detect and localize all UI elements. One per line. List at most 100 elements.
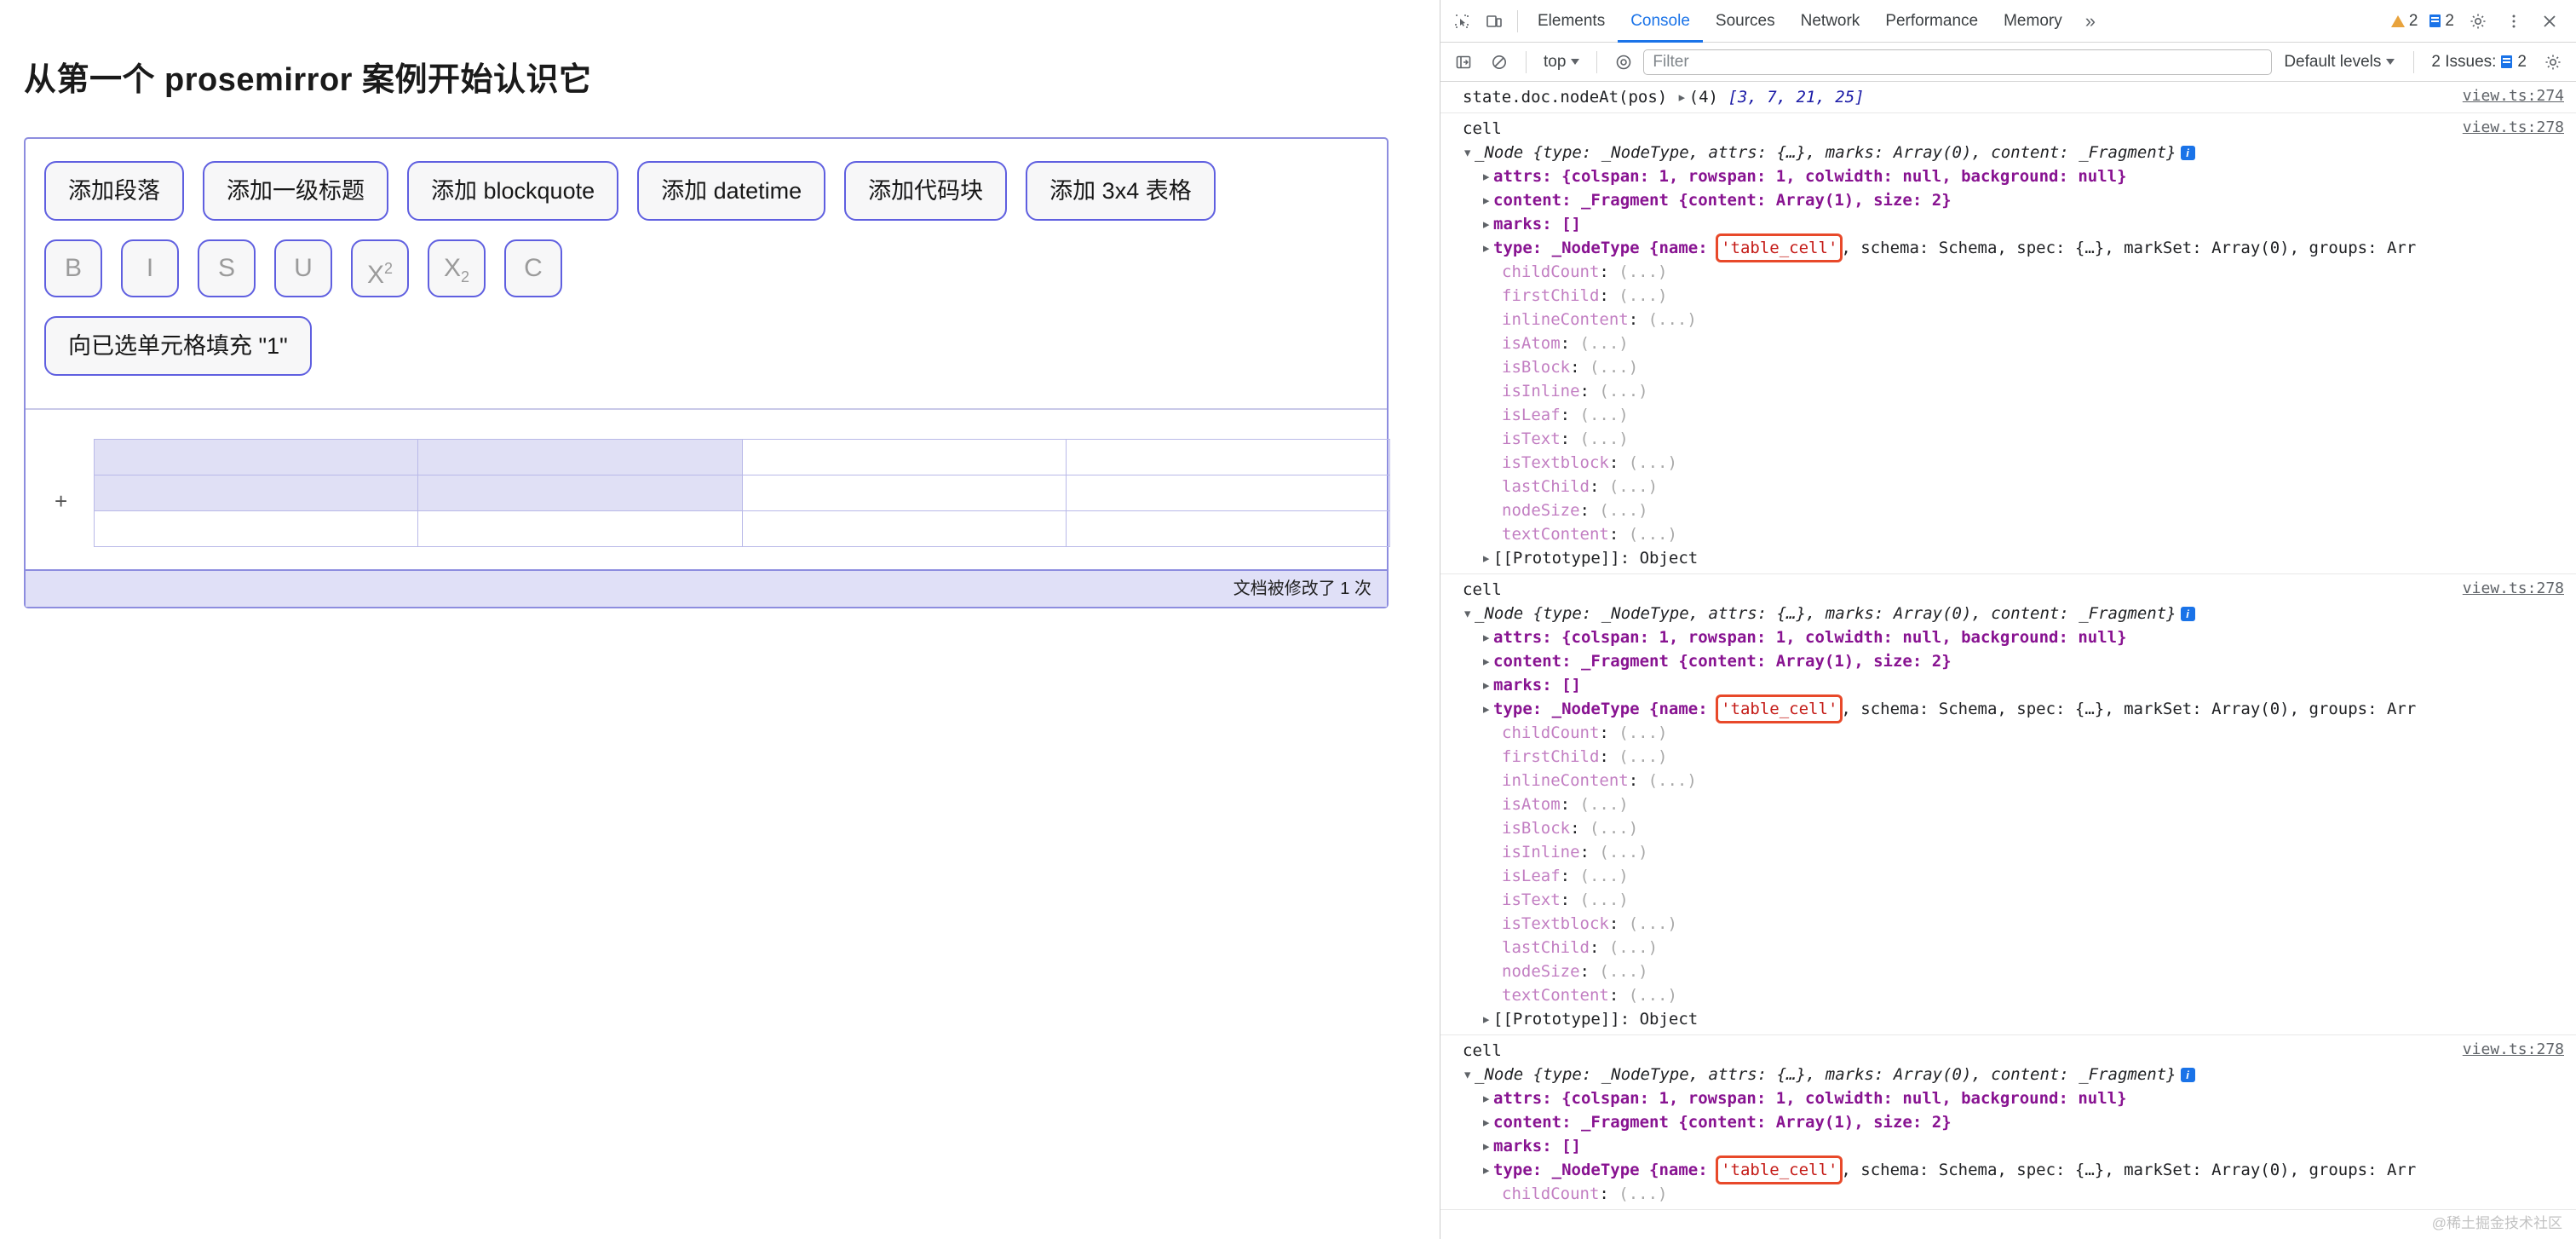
getter-value[interactable]: (...) — [1599, 962, 1647, 981]
tab-console[interactable]: Console — [1618, 0, 1703, 43]
node-property[interactable]: attrs: {colspan: 1, rowspan: 1, colwidth… — [1463, 1086, 2576, 1110]
node-getter[interactable]: isAtom: (...) — [1463, 792, 2576, 816]
table-cell[interactable] — [417, 439, 743, 475]
clear-console-icon[interactable] — [1483, 46, 1515, 78]
getter-value[interactable]: (...) — [1599, 501, 1647, 520]
node-property[interactable]: marks: [] — [1463, 673, 2576, 697]
node-getter[interactable]: isBlock: (...) — [1463, 816, 2576, 840]
getter-value[interactable]: (...) — [1629, 525, 1677, 544]
tab-memory[interactable]: Memory — [1991, 0, 2075, 43]
getter-value[interactable]: (...) — [1580, 867, 1629, 885]
collapse-triangle-icon[interactable] — [1463, 602, 1475, 625]
device-toolbar-icon[interactable] — [1478, 5, 1510, 37]
fill-selected-cells-button[interactable]: 向已选单元格填充 "1" — [44, 316, 312, 376]
table-cell[interactable] — [741, 475, 1067, 511]
node-getter[interactable]: isTextblock: (...) — [1463, 451, 2576, 475]
getter-value[interactable]: (...) — [1580, 890, 1629, 909]
expand-triangle-icon[interactable] — [1481, 1086, 1493, 1110]
getter-value[interactable]: (...) — [1619, 286, 1667, 305]
node-property[interactable]: content: _Fragment {content: Array(1), s… — [1463, 649, 2576, 673]
row-add-handle-icon[interactable]: + — [55, 490, 67, 512]
node-property[interactable]: content: _Fragment {content: Array(1), s… — [1463, 1110, 2576, 1134]
node-getter[interactable]: isInline: (...) — [1463, 379, 2576, 403]
node-getter[interactable]: isAtom: (...) — [1463, 331, 2576, 355]
getter-value[interactable]: (...) — [1580, 429, 1629, 448]
table-row[interactable] — [93, 475, 1391, 511]
getter-value[interactable]: (...) — [1629, 986, 1677, 1005]
tab-network[interactable]: Network — [1788, 0, 1873, 43]
node-property[interactable]: attrs: {colspan: 1, rowspan: 1, colwidth… — [1463, 625, 2576, 649]
editor-content[interactable]: + — [26, 410, 1391, 569]
node-header[interactable]: _Node {type: _NodeType, attrs: {…}, mark… — [1463, 1063, 2576, 1086]
console-filter-input[interactable] — [1643, 49, 2273, 75]
collapse-triangle-icon[interactable] — [1463, 1063, 1475, 1086]
add-codeblock-button[interactable]: 添加代码块 — [844, 161, 1008, 221]
node-getter[interactable]: firstChild: (...) — [1463, 284, 2576, 308]
settings-gear-icon[interactable] — [2462, 5, 2494, 37]
getter-value[interactable]: (...) — [1599, 843, 1647, 862]
add-blockquote-button[interactable]: 添加 blockquote — [407, 161, 619, 221]
expand-triangle-icon[interactable] — [1481, 546, 1493, 570]
table-row[interactable] — [93, 439, 1391, 475]
node-header[interactable]: _Node {type: _NodeType, attrs: {…}, mark… — [1463, 602, 2576, 625]
expand-triangle-icon[interactable] — [1481, 164, 1493, 188]
live-expression-eye-icon[interactable] — [1607, 46, 1640, 78]
console-entry[interactable]: view.ts:278 cell _Node {type: _NodeType,… — [1440, 574, 2576, 1035]
table-cell[interactable] — [93, 439, 419, 475]
expand-triangle-icon[interactable] — [1481, 649, 1493, 673]
table-cell[interactable] — [1065, 475, 1391, 511]
toggle-sidebar-icon[interactable] — [1447, 46, 1480, 78]
more-tabs-icon[interactable]: » — [2075, 10, 2106, 32]
node-getter[interactable]: lastChild: (...) — [1463, 475, 2576, 498]
close-devtools-icon[interactable] — [2533, 5, 2566, 37]
getter-value[interactable]: (...) — [1619, 723, 1667, 742]
expand-triangle-icon[interactable] — [1481, 1110, 1493, 1134]
tab-sources[interactable]: Sources — [1703, 0, 1788, 43]
add-heading1-button[interactable]: 添加一级标题 — [203, 161, 388, 221]
node-prototype[interactable]: [[Prototype]]: Object — [1463, 1007, 2576, 1031]
node-getter[interactable]: inlineContent: (...) — [1463, 769, 2576, 792]
getter-value[interactable]: (...) — [1629, 914, 1677, 933]
node-property[interactable]: marks: [] — [1463, 1134, 2576, 1158]
add-datetime-button[interactable]: 添加 datetime — [637, 161, 826, 221]
getter-value[interactable]: (...) — [1619, 1184, 1667, 1203]
prosemirror-table[interactable] — [93, 439, 1391, 547]
message-count-badge[interactable]: 2 — [2425, 12, 2458, 31]
getter-value[interactable]: (...) — [1619, 747, 1667, 766]
add-table-button[interactable]: 添加 3x4 表格 — [1026, 161, 1216, 221]
getter-value[interactable]: (...) — [1580, 406, 1629, 424]
getter-value[interactable]: (...) — [1648, 771, 1697, 790]
node-getter[interactable]: childCount: (...) — [1463, 721, 2576, 745]
node-getter[interactable]: textContent: (...) — [1463, 522, 2576, 546]
code-button[interactable]: C — [504, 239, 562, 297]
node-header[interactable]: _Node {type: _NodeType, attrs: {…}, mark… — [1463, 141, 2576, 164]
more-options-icon[interactable] — [2498, 5, 2530, 37]
source-link[interactable]: view.ts:278 — [2463, 579, 2564, 597]
getter-value[interactable]: (...) — [1609, 938, 1658, 957]
expand-triangle-icon[interactable] — [1481, 625, 1493, 649]
info-icon[interactable]: i — [2180, 1068, 2195, 1082]
console-entry[interactable]: view.ts:274 state.doc.nodeAt(pos) (4) [3… — [1440, 82, 2576, 113]
getter-value[interactable]: (...) — [1590, 358, 1638, 377]
source-link[interactable]: view.ts:278 — [2463, 118, 2564, 136]
execution-context-select[interactable]: top — [1537, 53, 1586, 72]
expand-triangle-icon[interactable] — [1481, 1134, 1493, 1158]
bold-button[interactable]: B — [44, 239, 102, 297]
node-property[interactable]: attrs: {colspan: 1, rowspan: 1, colwidth… — [1463, 164, 2576, 188]
table-cell[interactable] — [741, 439, 1067, 475]
expand-triangle-icon[interactable] — [1677, 85, 1689, 109]
node-getter[interactable]: isText: (...) — [1463, 888, 2576, 912]
node-property-type[interactable]: type: _NodeType {name: 'table_cell', sch… — [1463, 1155, 2576, 1184]
console-settings-gear-icon[interactable] — [2537, 46, 2569, 78]
console-entry[interactable]: view.ts:278 cell _Node {type: _NodeType,… — [1440, 1035, 2576, 1210]
node-getter[interactable]: isLeaf: (...) — [1463, 403, 2576, 427]
expand-triangle-icon[interactable] — [1481, 212, 1493, 236]
console-entry[interactable]: view.ts:278 cell _Node {type: _NodeType,… — [1440, 113, 2576, 574]
node-getter[interactable]: lastChild: (...) — [1463, 936, 2576, 960]
node-getter[interactable]: childCount: (...) — [1463, 260, 2576, 284]
getter-value[interactable]: (...) — [1599, 382, 1647, 401]
strike-button[interactable]: S — [198, 239, 256, 297]
table-cell[interactable] — [417, 475, 743, 511]
node-property[interactable]: content: _Fragment {content: Array(1), s… — [1463, 188, 2576, 212]
node-property-type[interactable]: type: _NodeType {name: 'table_cell', sch… — [1463, 694, 2576, 723]
